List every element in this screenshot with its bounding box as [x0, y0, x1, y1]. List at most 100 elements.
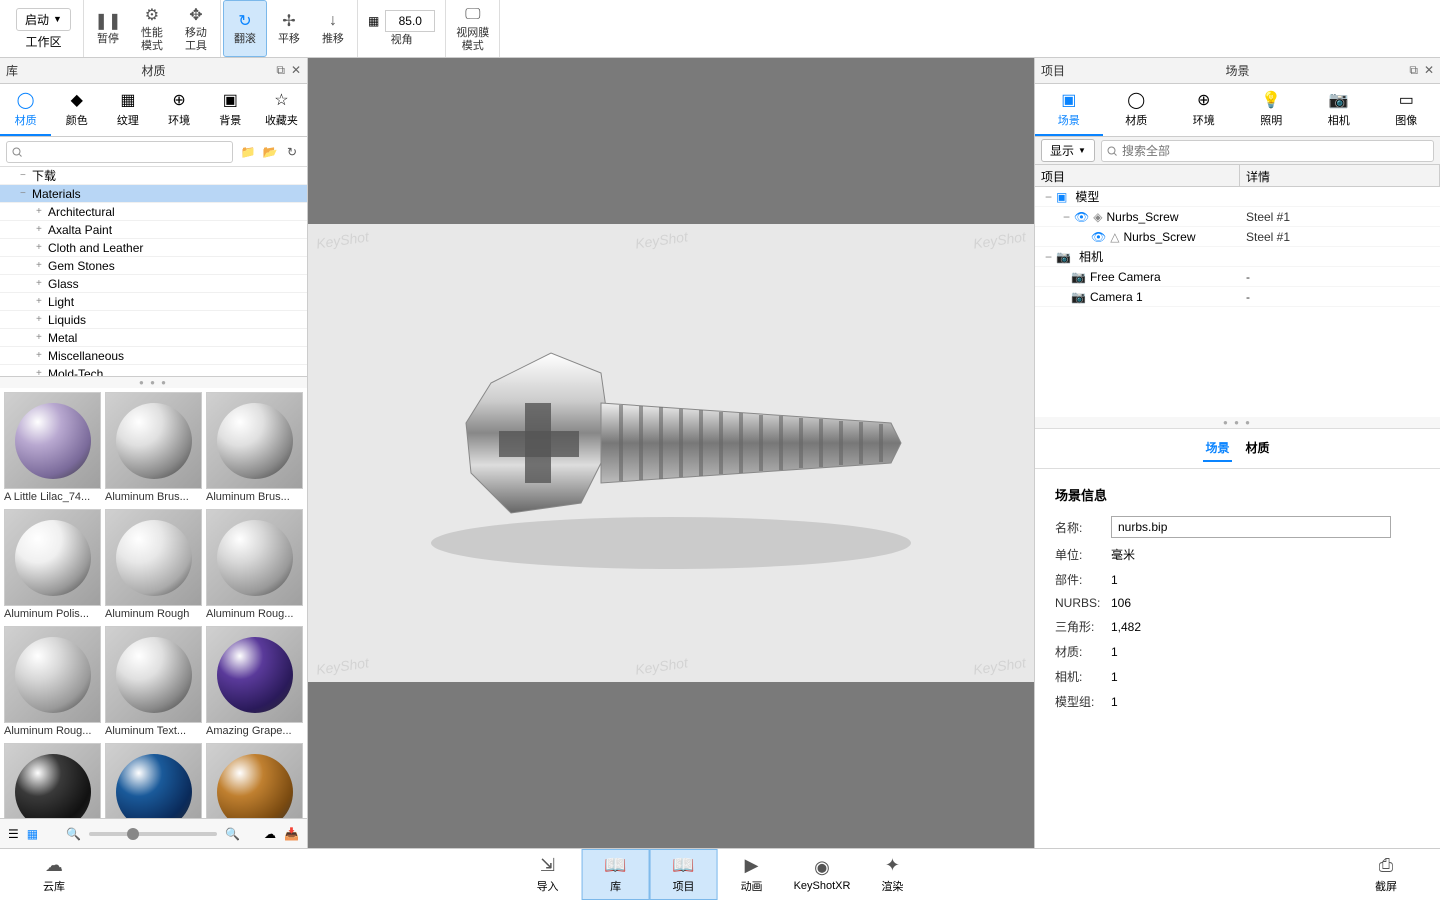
material-thumb[interactable]: Amazing Grape... — [206, 626, 303, 739]
fov-button[interactable]: ▦ 视角 — [360, 0, 443, 57]
tab-backplates[interactable]: ▣背景 — [205, 84, 256, 136]
tab-environments[interactable]: ⊕环境 — [154, 84, 205, 136]
tab-textures[interactable]: ▦纹理 — [102, 84, 153, 136]
subtab-scene[interactable]: 场景 — [1203, 435, 1231, 462]
material-thumb[interactable] — [206, 743, 303, 818]
library-toggle-button[interactable]: 📖库 — [582, 849, 650, 900]
tree-row[interactable]: +Metal — [0, 329, 307, 347]
material-thumb[interactable]: Aluminum Roug... — [4, 626, 101, 739]
thumb-size-slider[interactable] — [89, 832, 217, 836]
tree-row[interactable]: +Liquids — [0, 311, 307, 329]
splitter-handle[interactable]: ● ● ● — [0, 377, 307, 388]
material-thumb[interactable]: Aluminum Roug... — [206, 509, 303, 622]
col-item[interactable]: 项目 — [1035, 165, 1240, 186]
material-thumb[interactable]: Aluminum Rough — [105, 509, 202, 622]
start-button[interactable]: 启动▼ 工作区 — [6, 0, 81, 57]
tree-row[interactable]: +Architectural — [0, 203, 307, 221]
tab-environment[interactable]: ⊕环境 — [1170, 84, 1238, 136]
subtab-material[interactable]: 材质 — [1244, 435, 1272, 462]
pan-button[interactable]: ✢平移 — [267, 0, 311, 57]
folder-add-icon[interactable]: 📁 — [239, 143, 257, 161]
close-icon[interactable]: ✕ — [1424, 63, 1434, 78]
material-tree[interactable]: −下载 −Materials +Architectural+Axalta Pai… — [0, 167, 307, 377]
visibility-icon[interactable]: 👁 — [1074, 210, 1089, 224]
visibility-icon[interactable]: 👁 — [1091, 230, 1106, 244]
scene-name-input[interactable] — [1111, 516, 1391, 538]
viewport[interactable]: KeyShot KeyShot KeyShot KeyShot KeyShot … — [308, 58, 1034, 848]
tree-row[interactable]: −Materials — [0, 185, 307, 203]
tab-image[interactable]: ▭图像 — [1373, 84, 1440, 136]
tab-material[interactable]: ◯材质 — [1103, 84, 1171, 136]
import-icon[interactable]: 📥 — [284, 827, 299, 841]
sphere-icon: ◯ — [1127, 90, 1145, 110]
screenshot-button[interactable]: ⎙截屏 — [1352, 851, 1420, 898]
tree-row[interactable]: 👁△Nurbs_ScrewSteel #1 — [1035, 227, 1440, 247]
project-toggle-button[interactable]: 📖项目 — [650, 849, 718, 900]
material-thumb[interactable]: A Little Lilac_74... — [4, 392, 101, 505]
tab-scene[interactable]: ▣场景 — [1035, 84, 1103, 136]
tree-row[interactable]: −👁◈Nurbs_ScrewSteel #1 — [1035, 207, 1440, 227]
tab-colors[interactable]: ◆颜色 — [51, 84, 102, 136]
material-thumb[interactable] — [4, 743, 101, 818]
pause-button[interactable]: ❚❚暂停 — [86, 0, 130, 57]
cloud-icon[interactable]: ☁ — [264, 827, 276, 841]
info-value: 1 — [1111, 695, 1118, 709]
render-area[interactable]: KeyShot KeyShot KeyShot KeyShot KeyShot … — [308, 224, 1034, 682]
material-thumb[interactable] — [105, 743, 202, 818]
tree-row[interactable]: −下载 — [0, 167, 307, 185]
tree-row[interactable]: +Miscellaneous — [0, 347, 307, 365]
folder-open-icon[interactable]: 📂 — [261, 143, 279, 161]
tab-camera[interactable]: 📷相机 — [1305, 84, 1373, 136]
tumble-button[interactable]: ↻翻滚 — [223, 0, 267, 57]
animation-button[interactable]: ▶动画 — [718, 849, 786, 900]
tab-favorites[interactable]: ☆收藏夹 — [256, 84, 307, 136]
tree-row[interactable]: +Axalta Paint — [0, 221, 307, 239]
dolly-button[interactable]: ↓推移 — [311, 0, 355, 57]
library-tabs: ◯材质 ◆颜色 ▦纹理 ⊕环境 ▣背景 ☆收藏夹 — [0, 84, 307, 137]
tree-row[interactable]: +Light — [0, 293, 307, 311]
show-dropdown[interactable]: 显示▼ — [1041, 139, 1095, 162]
folder-refresh-icon[interactable]: ↻ — [283, 143, 301, 161]
tree-row[interactable]: +Cloth and Leather — [0, 239, 307, 257]
pause-icon: ❚❚ — [98, 11, 118, 31]
library-search-input[interactable] — [6, 141, 233, 163]
xr-icon: ◉ — [814, 857, 830, 878]
fov-input[interactable] — [385, 10, 435, 32]
undock-icon[interactable]: ⧉ — [276, 63, 285, 78]
tab-lighting[interactable]: 💡照明 — [1238, 84, 1306, 136]
scene-info: 场景信息 名称: 单位:毫米 部件:1 NURBS:106 三角形:1,482 … — [1035, 469, 1440, 848]
cloud-library-button[interactable]: ☁云库 — [20, 851, 88, 898]
material-thumb[interactable]: Aluminum Brus... — [206, 392, 303, 505]
zoom-out-icon[interactable]: 🔍 — [66, 827, 81, 841]
tree-row[interactable]: −▣模型 — [1035, 187, 1440, 207]
move-tool-button[interactable]: ✥移动 工具 — [174, 0, 218, 57]
library-panel: 库 材质 ⧉✕ ◯材质 ◆颜色 ▦纹理 ⊕环境 ▣背景 ☆收藏夹 📁 📂 ↻ −… — [0, 58, 308, 848]
tree-row[interactable]: +Gem Stones — [0, 257, 307, 275]
project-search-input[interactable] — [1101, 140, 1434, 162]
tree-row[interactable]: −📷相机 — [1035, 247, 1440, 267]
performance-button[interactable]: ⚙性能 模式 — [130, 0, 174, 57]
tree-row[interactable]: +Glass — [0, 275, 307, 293]
project-panel-title: 项目 场景 ⧉✕ — [1035, 58, 1440, 84]
grid-view-icon[interactable]: ▦ — [27, 827, 38, 841]
tree-row[interactable]: 📷Free Camera- — [1035, 267, 1440, 287]
zoom-in-icon[interactable]: 🔍 — [225, 827, 240, 841]
material-thumb[interactable]: Aluminum Polis... — [4, 509, 101, 622]
retina-button[interactable]: 🖵视网膜 模式 — [448, 0, 497, 57]
close-icon[interactable]: ✕ — [291, 63, 301, 78]
material-thumb[interactable]: Aluminum Text... — [105, 626, 202, 739]
globe-icon: ⊕ — [172, 90, 185, 110]
render-button[interactable]: ✦渲染 — [858, 849, 926, 900]
tab-materials[interactable]: ◯材质 — [0, 84, 51, 136]
grid-icon: ▦ — [368, 14, 379, 28]
material-thumb[interactable]: Aluminum Brus... — [105, 392, 202, 505]
material-thumbnails: A Little Lilac_74...Aluminum Brus...Alum… — [0, 388, 307, 818]
tree-row[interactable]: 📷Camera 1- — [1035, 287, 1440, 307]
keyshotxr-button[interactable]: ◉KeyShotXR — [786, 849, 859, 900]
import-button[interactable]: ⇲导入 — [514, 849, 582, 900]
tree-row[interactable]: +Mold-Tech — [0, 365, 307, 377]
col-details[interactable]: 详情 — [1240, 165, 1440, 186]
list-view-icon[interactable]: ☰ — [8, 827, 19, 841]
splitter-handle[interactable]: ● ● ● — [1035, 417, 1440, 428]
undock-icon[interactable]: ⧉ — [1409, 63, 1418, 78]
